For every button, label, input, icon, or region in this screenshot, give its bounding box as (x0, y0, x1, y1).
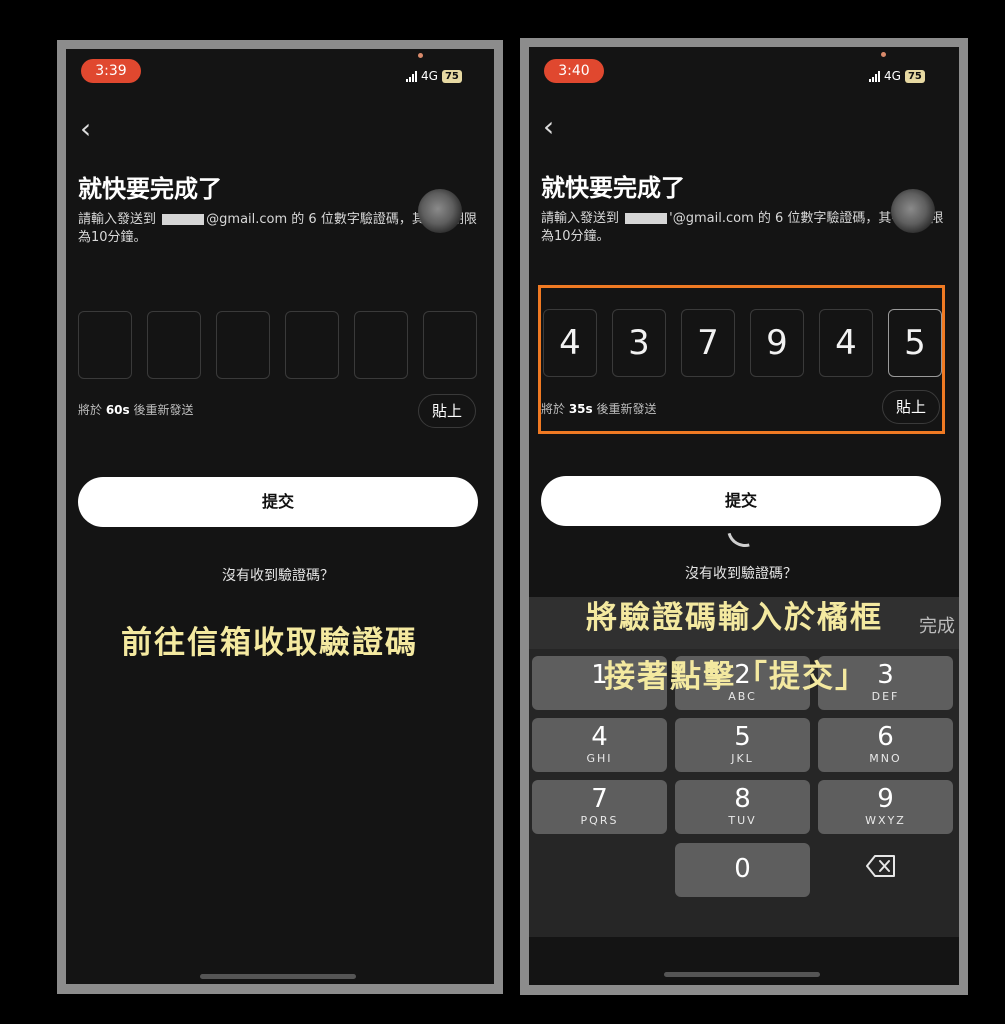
resend-prefix: 將於 (78, 403, 106, 417)
status-bar-right: 4G 75 (406, 69, 462, 83)
network-label: 4G (421, 69, 438, 83)
otp-digit-box[interactable] (354, 311, 408, 379)
otp-digit-box[interactable] (78, 311, 132, 379)
otp-input-row[interactable] (78, 311, 477, 379)
resend-countdown: 將於 60s 後重新發送 (78, 401, 194, 418)
key-letters: TUV (728, 814, 757, 827)
key-8[interactable]: 8 TUV (675, 780, 810, 834)
numeric-keyboard: 完成 1 2 ABC 3 DEF 4 GHI 5 JKL 6 MNO 7 PQRS 8 TUV… (529, 597, 959, 937)
key-letters: MNO (869, 752, 902, 765)
status-bar-right: 4G 75 (869, 69, 925, 83)
paste-button[interactable]: 貼上 (418, 394, 476, 428)
resend-count: 60s (105, 403, 130, 417)
otp-digit-box[interactable] (423, 311, 477, 379)
home-indicator[interactable] (664, 972, 820, 977)
redacted-email-mask (162, 214, 205, 225)
keyboard-done-button[interactable]: 完成 (919, 612, 955, 638)
key-6[interactable]: 6 MNO (818, 718, 953, 772)
left-phone-screen: 3:39 4G 75 ‹ 就快要完成了 請輸入發送到 @gmail.com 的 … (66, 49, 494, 984)
instruction-text: 請輸入發送到 '@gmail.com 的 6 位數字驗證碼，其有效期限為10分鐘… (541, 210, 946, 246)
page-title: 就快要完成了 (78, 175, 222, 203)
backspace-icon[interactable] (866, 855, 906, 885)
key-5[interactable]: 5 JKL (675, 718, 810, 772)
otp-digit-box[interactable] (147, 311, 201, 379)
key-9[interactable]: 9 WXYZ (818, 780, 953, 834)
no-code-link[interactable]: 沒有收到驗證碼？ (541, 563, 941, 583)
floating-assist-ball-icon[interactable] (891, 189, 935, 233)
key-0[interactable]: 0 (675, 843, 810, 897)
right-phone-screen: 3:40 4G 75 ‹ 就快要完成了 請輸入發送到 '@gmail.com 的… (529, 47, 959, 985)
key-7[interactable]: 7 PQRS (532, 780, 667, 834)
resend-suffix: 後重新發送 (129, 403, 194, 417)
tutorial-caption-line-2: 接著點擊「提交」 (604, 659, 868, 695)
key-4[interactable]: 4 GHI (532, 718, 667, 772)
camera-dot (881, 52, 886, 57)
camera-dot (418, 53, 423, 58)
key-number: 0 (734, 854, 751, 884)
submit-button[interactable]: 提交 (78, 477, 478, 527)
key-number: 7 (591, 784, 608, 814)
key-letters: PQRS (580, 814, 619, 827)
signal-icon (869, 70, 880, 82)
key-number: 8 (734, 784, 751, 814)
battery-icon: 75 (904, 69, 925, 83)
key-number: 6 (877, 722, 894, 752)
instruction-before: 請輸入發送到 (541, 211, 620, 226)
orange-highlight-box (538, 285, 945, 434)
network-label: 4G (884, 69, 901, 83)
battery-icon: 75 (441, 69, 462, 83)
redacted-email-mask (625, 213, 668, 224)
floating-assist-ball-icon[interactable] (418, 189, 462, 233)
back-chevron-icon[interactable]: ‹ (543, 113, 554, 141)
back-chevron-icon[interactable]: ‹ (80, 115, 91, 143)
key-letters: JKL (731, 752, 754, 765)
no-code-link[interactable]: 沒有收到驗證碼？ (78, 565, 478, 585)
status-time: 3:39 (81, 59, 141, 83)
tutorial-caption: 前往信箱收取驗證碼 (121, 625, 418, 661)
key-number: 4 (591, 722, 608, 752)
status-time: 3:40 (544, 59, 604, 83)
key-letters: GHI (586, 752, 613, 765)
key-number: 9 (877, 784, 894, 814)
instruction-before: 請輸入發送到 (78, 212, 157, 227)
page-title: 就快要完成了 (541, 174, 685, 202)
signal-icon (406, 70, 417, 82)
otp-digit-box[interactable] (285, 311, 339, 379)
key-number: 5 (734, 722, 751, 752)
otp-digit-box[interactable] (216, 311, 270, 379)
home-indicator[interactable] (200, 974, 356, 979)
key-letters: WXYZ (865, 814, 906, 827)
tutorial-caption-line-1: 將驗證碼輸入於橘框 (586, 600, 883, 636)
